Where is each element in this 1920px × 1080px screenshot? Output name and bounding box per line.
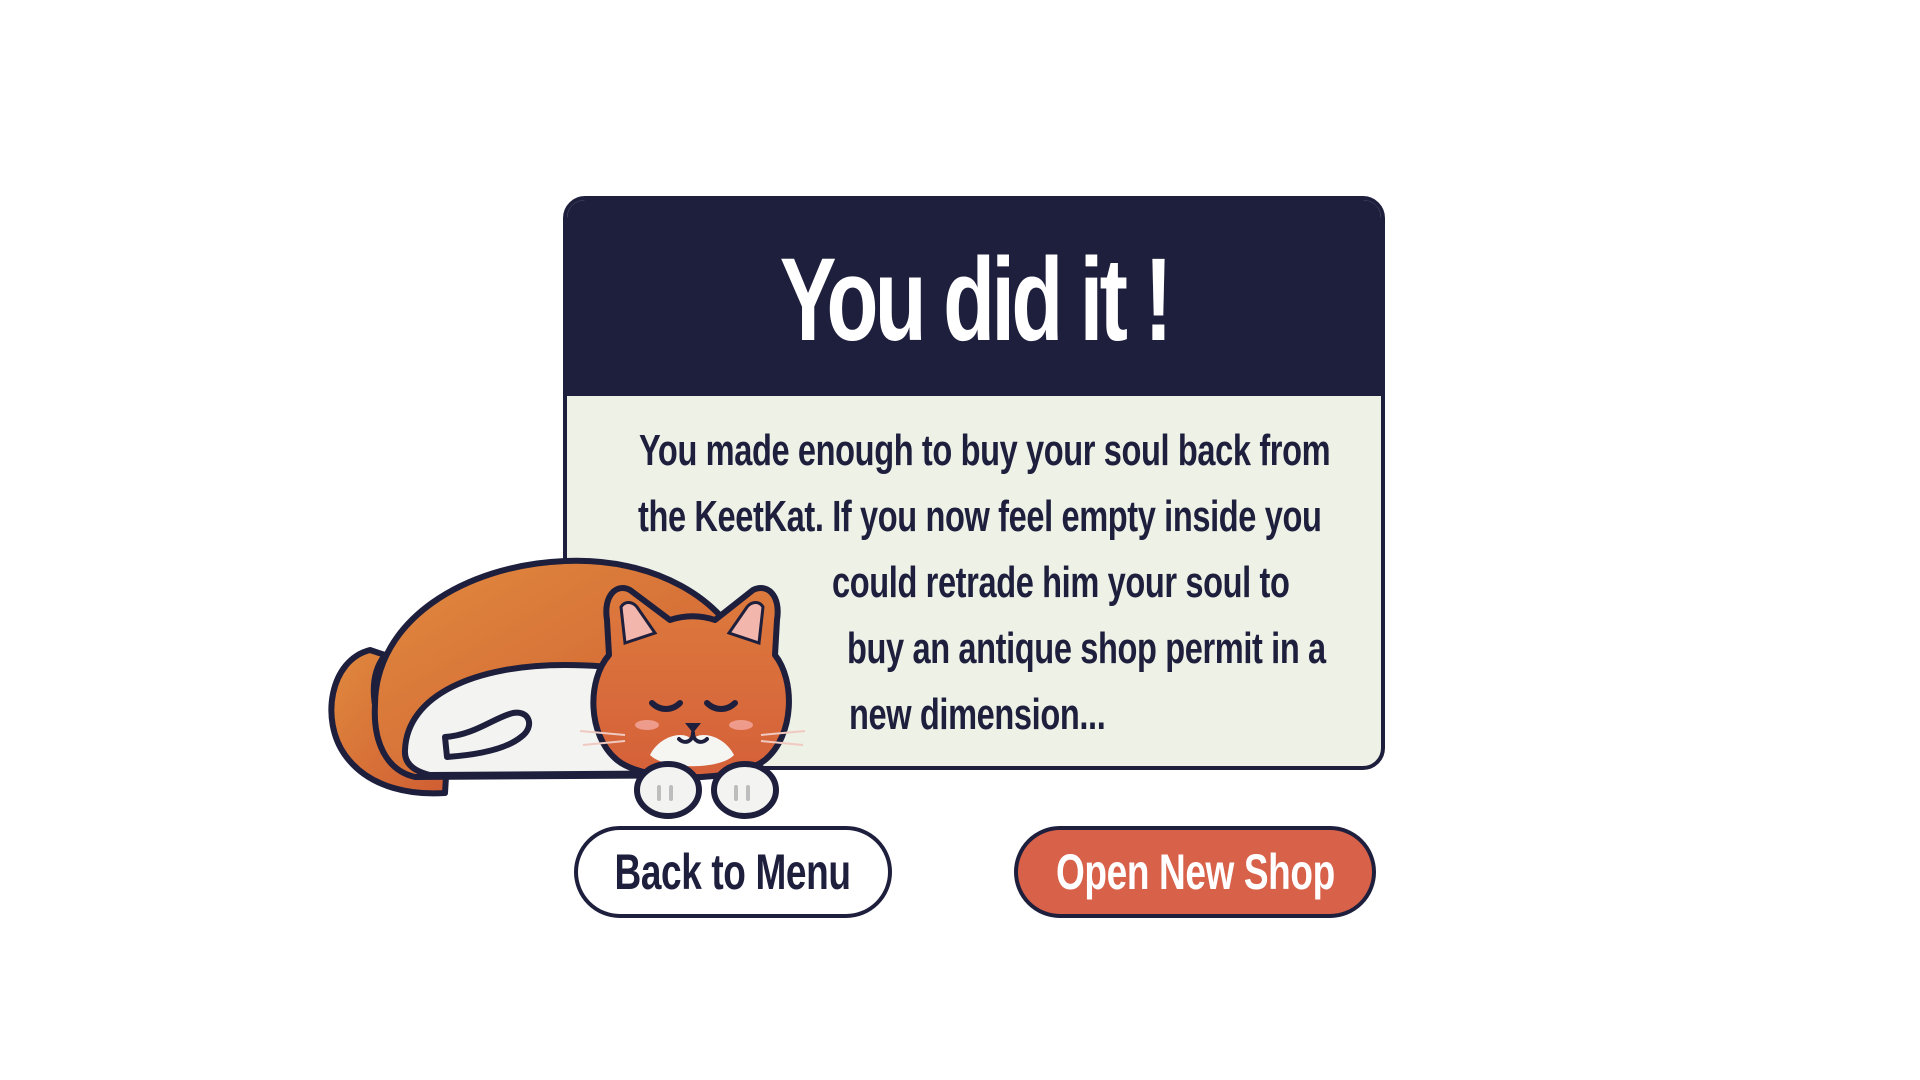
dialog-message-line: could retrade him your soul to: [832, 558, 1290, 607]
dialog-message-line: You made enough to buy your soul back fr…: [639, 426, 1331, 475]
dialog-header: You did it !: [567, 200, 1381, 396]
open-new-shop-label: Open New Shop: [1055, 844, 1335, 900]
back-to-menu-button[interactable]: Back to Menu: [574, 826, 892, 918]
back-to-menu-label: Back to Menu: [614, 844, 852, 900]
open-new-shop-button[interactable]: Open New Shop: [1014, 826, 1376, 918]
sleeping-cat-icon: [328, 557, 806, 819]
dialog-title: You did it !: [779, 234, 1172, 366]
dialog-message-line: the KeetKat. If you now feel empty insid…: [638, 492, 1322, 541]
dialog-message-line: new dimension...: [849, 690, 1106, 739]
dialog-message-line: buy an antique shop permit in a: [847, 624, 1326, 673]
